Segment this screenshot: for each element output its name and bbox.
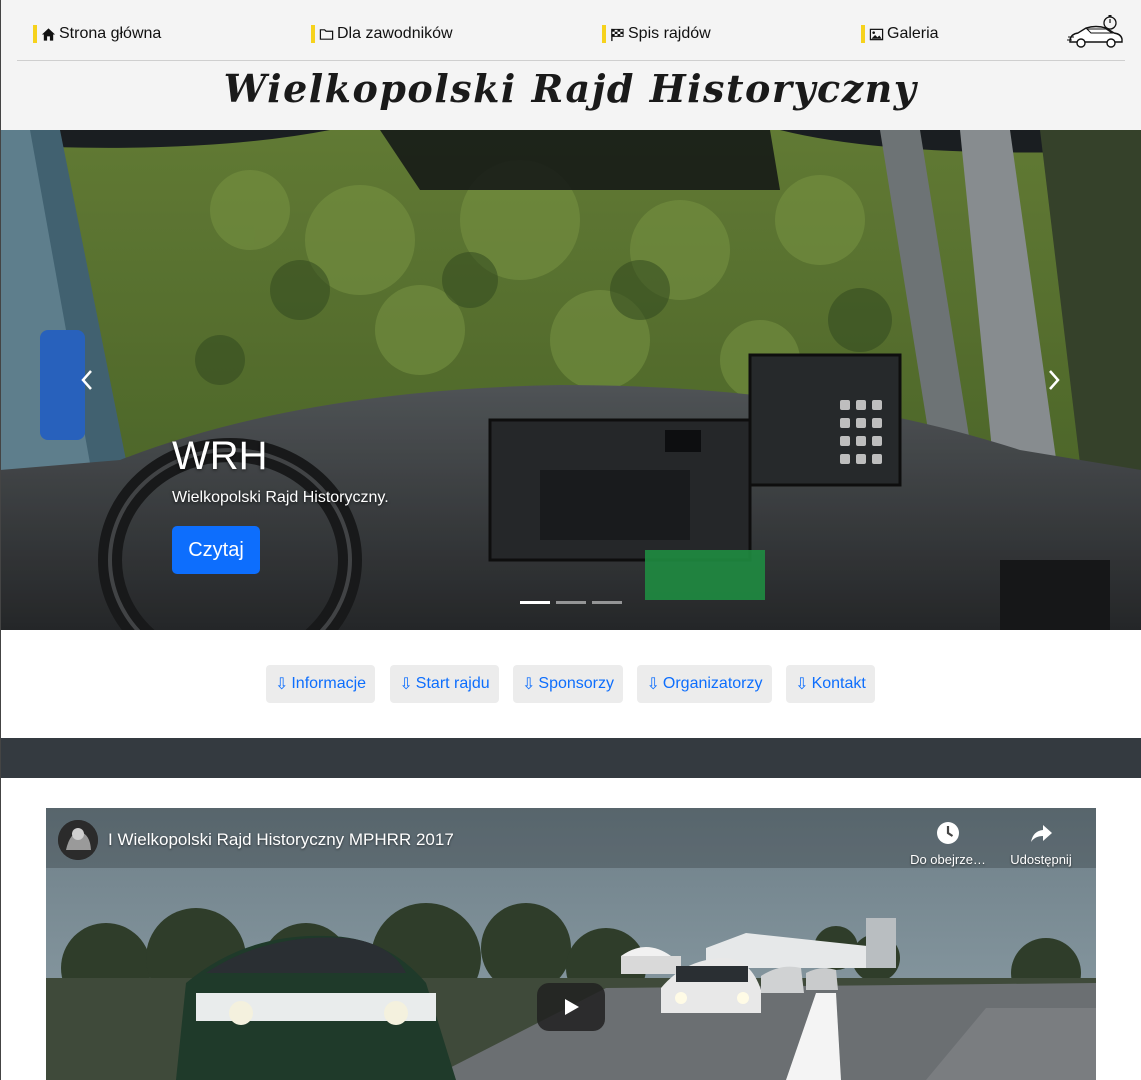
section-button-label: Organizatorzy	[662, 675, 763, 692]
carousel-caption-text: Wielkopolski Rajd Historyczny.	[172, 489, 389, 506]
youtube-video-embed[interactable]: I Wielkopolski Rajd Historyczny MPHRR 20…	[46, 808, 1096, 1080]
checkered-flag-icon	[609, 26, 625, 42]
section-button-organizatorzy[interactable]: ⇩ Organizatorzy	[637, 665, 772, 703]
play-icon	[565, 999, 579, 1015]
nav-label: Galeria	[887, 25, 939, 42]
nav-for-competitors[interactable]: Dla zawodników	[311, 24, 453, 44]
watch-later-label: Do obejrze…	[910, 852, 986, 867]
down-arrow-icon: ⇩	[274, 676, 289, 693]
channel-avatar[interactable]	[58, 820, 98, 860]
section-button-label: Start rajdu	[415, 675, 490, 692]
rally-car-logo-icon[interactable]	[1066, 14, 1124, 50]
section-button-start-rajdu[interactable]: ⇩ Start rajdu	[390, 665, 499, 703]
nav-accent-bar	[602, 25, 606, 43]
down-arrow-icon: ⇩	[522, 676, 536, 693]
read-more-button[interactable]: Czytaj	[172, 526, 260, 574]
section-button-informacje[interactable]: ⇩ Informacje	[266, 665, 375, 703]
image-icon	[868, 26, 884, 42]
share-button[interactable]: Udostępnij	[996, 820, 1086, 867]
nav-accent-bar	[861, 25, 865, 43]
section-button-label: Sponsorzy	[538, 675, 614, 692]
share-label: Udostępnij	[1010, 852, 1072, 867]
home-icon	[40, 26, 56, 42]
section-divider-band	[0, 738, 1141, 778]
carousel-next-button[interactable]	[1042, 365, 1066, 395]
nav-label: Spis rajdów	[628, 25, 711, 42]
chevron-right-icon	[1049, 370, 1060, 390]
play-button[interactable]	[537, 983, 605, 1031]
video-title[interactable]: I Wielkopolski Rajd Historyczny MPHRR 20…	[108, 830, 454, 850]
carousel-indicator-2[interactable]	[556, 601, 586, 604]
nav-rally-list[interactable]: Spis rajdów	[602, 24, 711, 44]
carousel-caption-title: WRH	[172, 434, 268, 478]
share-icon	[1031, 825, 1052, 842]
nav-label: Dla zawodników	[337, 25, 453, 42]
nav-accent-bar	[33, 25, 37, 43]
site-title: Wielkopolski Rajd Historyczny	[223, 66, 918, 111]
section-button-label: Informacje	[291, 675, 367, 692]
nav-gallery[interactable]: Galeria	[861, 24, 939, 44]
nav-label: Strona główna	[59, 25, 162, 42]
nav-home[interactable]: Strona główna	[33, 24, 161, 44]
folder-icon	[318, 26, 334, 42]
carousel-indicator-1[interactable]	[520, 601, 550, 604]
watch-later-button[interactable]: Do obejrze…	[903, 820, 993, 867]
clock-icon	[937, 822, 959, 844]
section-button-sponsorzy[interactable]: ⇩ Sponsorzy	[513, 665, 623, 703]
chevron-left-icon	[81, 370, 92, 390]
carousel-prev-button[interactable]	[75, 365, 99, 395]
nav-accent-bar	[311, 25, 315, 43]
section-button-label: Kontakt	[811, 675, 866, 692]
header-divider	[17, 60, 1125, 61]
carousel-indicator-3[interactable]	[592, 601, 622, 604]
site-header: Strona główna Dla zawodników Spis rajdów…	[0, 0, 1141, 130]
down-arrow-icon: ⇩	[646, 676, 660, 693]
down-arrow-icon: ⇩	[399, 676, 413, 693]
section-button-kontakt[interactable]: ⇩ Kontakt	[786, 665, 875, 703]
down-arrow-icon: ⇩	[795, 676, 809, 693]
